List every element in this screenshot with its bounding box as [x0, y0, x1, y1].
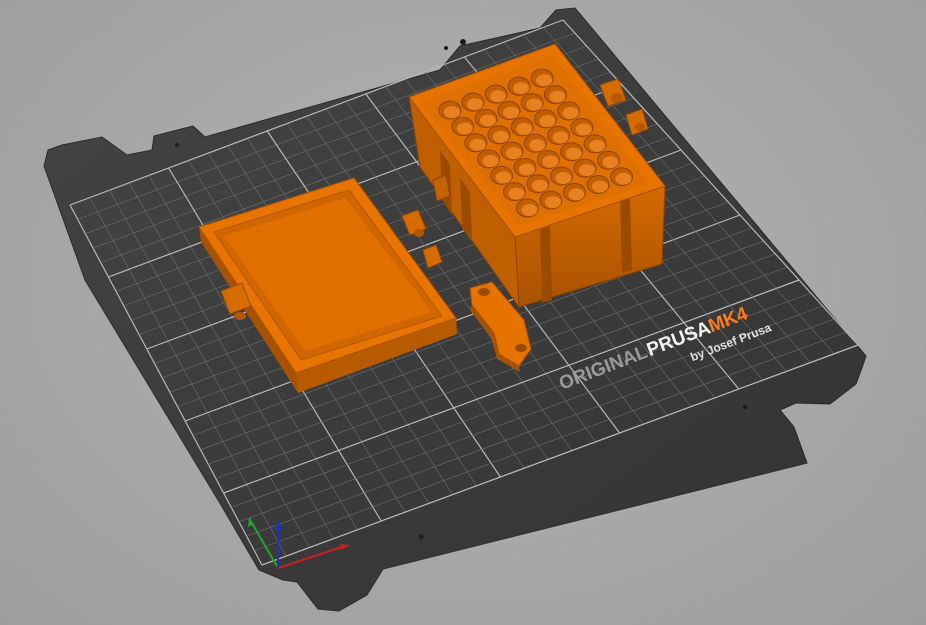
box-hole-floor: [555, 171, 572, 184]
box-hole-floor: [482, 155, 499, 168]
box-hole-floor: [469, 138, 486, 151]
box-hole-floor: [492, 130, 509, 143]
box-hole-floor: [544, 196, 561, 209]
box-hole-floor: [575, 123, 592, 136]
box-hole-floor: [602, 156, 619, 169]
box-hole-floor: [592, 180, 609, 193]
box-hole-floor: [529, 139, 546, 152]
scene-canvas[interactable]: ORIGINAL PRUSA MK4 by Josef Prusa: [0, 0, 926, 625]
box-hole-floor: [521, 203, 538, 216]
box-hole-floor: [443, 106, 460, 119]
box-hole-floor: [549, 90, 566, 103]
box-hole-floor: [456, 122, 473, 135]
box-hole-floor: [578, 164, 595, 177]
box-hole-floor: [562, 107, 579, 120]
box-hole-floor: [565, 147, 582, 160]
box-hole-floor: [542, 155, 559, 168]
box-hole-floor: [513, 82, 530, 95]
box-hole-floor: [518, 163, 535, 176]
box-hole-floor: [568, 188, 585, 201]
box-hole-floor: [536, 74, 553, 87]
box-hole-floor: [516, 122, 533, 135]
box-hole-floor: [589, 139, 606, 152]
3d-viewport[interactable]: ORIGINAL PRUSA MK4 by Josef Prusa: [0, 0, 926, 625]
box-hole-floor: [495, 171, 512, 184]
box-hole-floor: [508, 187, 525, 200]
box-hole-floor: [552, 131, 569, 144]
box-hole-floor: [539, 114, 556, 127]
box-hole-floor: [615, 172, 632, 185]
box-hole-floor: [466, 98, 483, 111]
box-hole-floor: [505, 147, 522, 160]
box-hole-floor: [479, 114, 496, 127]
box-hole-floor: [526, 98, 543, 111]
box-hole-floor: [531, 179, 548, 192]
box-hole-floor: [503, 106, 520, 119]
box-hole-floor: [490, 90, 507, 103]
